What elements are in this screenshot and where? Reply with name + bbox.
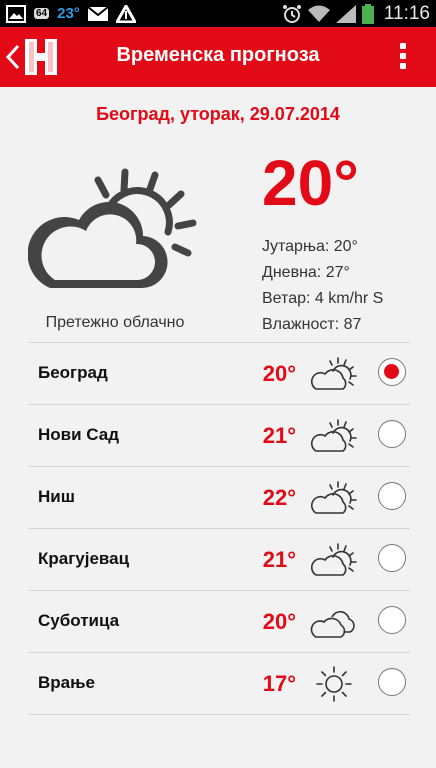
wifi-icon — [307, 5, 330, 22]
app-notification-icon — [115, 4, 136, 23]
city-row-beograd[interactable]: Београд 20° — [28, 343, 410, 405]
city-row-subotica[interactable]: Суботица 20° — [28, 591, 410, 653]
gallery-notification-icon — [6, 4, 26, 23]
status-time: 11:16 — [383, 2, 430, 24]
city-temperature: 21° — [262, 423, 296, 448]
morning-temp: Јутарња: 20° — [262, 238, 358, 255]
city-name: Врање — [38, 673, 95, 692]
city-temperature: 20° — [262, 361, 296, 386]
partly-cloudy-icon — [310, 419, 357, 452]
city-row-nis[interactable]: Ниш 22° — [28, 467, 410, 529]
city-select-radio[interactable] — [378, 606, 406, 634]
page-title: Временска прогноза — [116, 44, 320, 66]
city-select-radio[interactable] — [378, 420, 406, 448]
current-condition: Претежно облачно — [45, 314, 185, 331]
city-name: Ниш — [38, 487, 75, 506]
city-list: Београд 20° Нови Сад 21° Ниш 22° Крагује… — [28, 342, 410, 715]
partly-cloudy-icon — [310, 357, 357, 390]
overflow-menu-icon[interactable] — [398, 43, 408, 73]
city-name: Београд — [38, 363, 108, 382]
mail-icon — [87, 6, 108, 21]
notification-badge: 64 — [34, 8, 50, 19]
city-row-novi-sad[interactable]: Нови Сад 21° — [28, 405, 410, 467]
city-name: Суботица — [38, 611, 120, 630]
city-select-radio[interactable] — [378, 668, 406, 696]
daily-temp: Дневна: 27° — [262, 264, 350, 281]
weather-details: Јутарња: 20° Дневна: 27° Ветар: 4 km/hr … — [262, 234, 383, 338]
signal-icon — [335, 4, 356, 23]
city-row-kragujevac[interactable]: Крагујевац 21° — [28, 529, 410, 591]
status-bar: 64 23° 11:16 — [0, 0, 436, 27]
city-temperature: 17° — [262, 671, 296, 696]
city-select-radio[interactable] — [378, 482, 406, 510]
partly-cloudy-icon — [28, 168, 197, 289]
date-location-heading: Београд, уторак, 29.07.2014 — [96, 104, 340, 124]
city-temperature: 20° — [262, 609, 296, 634]
current-temperature: 20° — [262, 147, 359, 219]
city-temperature: 21° — [262, 547, 296, 572]
sunny-icon — [316, 666, 352, 702]
city-name: Крагујевац — [38, 549, 130, 568]
city-select-radio[interactable] — [378, 358, 406, 386]
battery-icon — [361, 3, 374, 24]
status-temperature: 23° — [57, 5, 80, 22]
cloudy-icon — [310, 611, 355, 638]
city-row-vranje[interactable]: Врање 17° — [28, 653, 410, 715]
app-bar: Временска прогноза — [0, 27, 436, 87]
city-select-radio[interactable] — [378, 544, 406, 572]
humidity: Влажност: 87 — [262, 316, 362, 333]
city-temperature: 22° — [262, 485, 296, 510]
partly-cloudy-icon — [310, 543, 357, 576]
alarm-icon — [282, 4, 301, 23]
city-name: Нови Сад — [38, 425, 120, 444]
partly-cloudy-icon — [310, 481, 357, 514]
wind: Ветар: 4 km/hr S — [262, 290, 384, 307]
